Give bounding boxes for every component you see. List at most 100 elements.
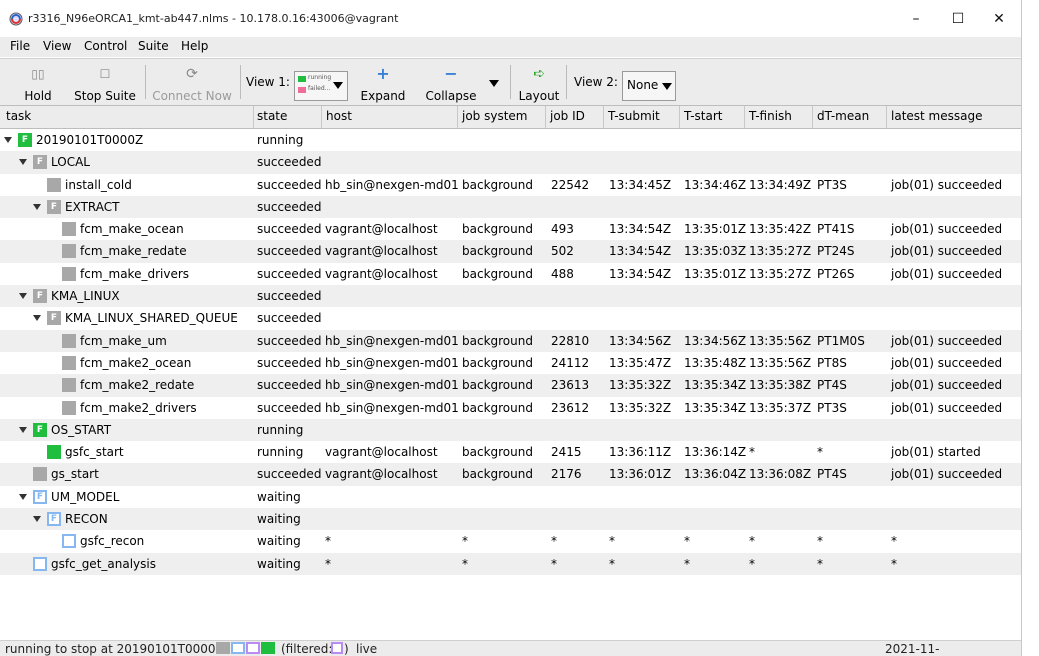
close-button[interactable]: ✕ xyxy=(985,8,1013,30)
running-filter-chip[interactable] xyxy=(261,642,275,654)
table-row[interactable]: F KMA_LINUX_SHARED_QUEUE succeeded xyxy=(0,307,1021,329)
state-icon xyxy=(62,244,76,259)
cell-message: job(01) succeeded xyxy=(891,222,1003,237)
table-row[interactable]: F UM_MODEL waiting xyxy=(0,486,1021,508)
col-job-system[interactable]: job system xyxy=(462,109,528,123)
col-job-id[interactable]: job ID xyxy=(550,109,585,123)
table-row[interactable]: F 20190101T0000Z running xyxy=(0,129,1021,151)
family-badge: F xyxy=(36,157,44,168)
layout-button[interactable]: ➪ Layout xyxy=(516,65,562,103)
col-task[interactable]: task xyxy=(6,109,31,123)
expand-toggle-icon[interactable] xyxy=(19,493,27,500)
menu-control[interactable]: Control xyxy=(84,39,127,53)
cell-dt-mean: PT41S xyxy=(817,222,855,237)
column-divider[interactable] xyxy=(603,106,604,128)
table-row[interactable]: gsfc_recon waiting * * * * * * * * xyxy=(0,530,1021,552)
cell-t-start: 13:36:14Z xyxy=(684,445,747,460)
expand-toggle-icon[interactable] xyxy=(19,426,27,433)
column-divider[interactable] xyxy=(679,106,680,128)
cell-job-system: background xyxy=(462,467,533,482)
col-t-start[interactable]: T-start xyxy=(684,109,723,123)
table-row[interactable]: gsfc_start running vagrant@localhost backgr… xyxy=(0,441,1021,463)
table-row[interactable]: fcm_make_drivers succeeded vagrant@localho… xyxy=(0,263,1021,285)
table-row[interactable]: gs_start succeeded vagrant@localhost backgr… xyxy=(0,463,1021,486)
app-window: r3316_N96eORCA1_kmt-ab447.nlms - 10.178.… xyxy=(0,0,1022,656)
expand-toggle-icon[interactable] xyxy=(33,315,41,322)
task-name: EXTRACT xyxy=(65,199,120,214)
task-name: KMA_LINUX_SHARED_QUEUE xyxy=(65,311,238,326)
family-badge: F xyxy=(36,491,44,502)
toolbar-separator xyxy=(510,65,511,99)
task-name: gs_start xyxy=(51,467,99,482)
expand-button[interactable]: + Expand xyxy=(358,65,408,104)
collapse-button[interactable]: − Collapse xyxy=(422,65,480,104)
cell-state: running xyxy=(257,133,304,147)
column-divider[interactable] xyxy=(321,106,322,128)
table-row[interactable]: gsfc_get_analysis waiting * * * * * * * * xyxy=(0,552,1021,575)
menu-help[interactable]: Help xyxy=(181,39,208,53)
table-row[interactable]: fcm_make_um succeeded hb_sin@nexgen-md01 ba… xyxy=(0,329,1021,352)
cell-host: hb_sin@nexgen-md01 xyxy=(325,333,459,348)
chevron-down-icon xyxy=(662,83,672,90)
column-divider[interactable] xyxy=(744,106,745,128)
succeeded-filter-chip[interactable] xyxy=(216,642,230,654)
col-t-finish[interactable]: T-finish xyxy=(749,109,792,123)
toolbar: ▯▯ Hold ☐ Stop Suite ⟳ Connect Now View … xyxy=(0,58,1021,106)
table-row[interactable]: F LOCAL succeeded xyxy=(0,151,1021,174)
table-row[interactable]: F RECON waiting xyxy=(0,508,1021,531)
col-dt-mean[interactable]: dT-mean xyxy=(817,109,869,123)
connect-now-button[interactable]: ⟳ Connect Now xyxy=(150,65,234,103)
toolbar-overflow-icon[interactable] xyxy=(489,80,499,87)
table-row[interactable]: F EXTRACT succeeded xyxy=(0,195,1021,219)
stop-suite-button[interactable]: ☐ Stop Suite xyxy=(72,65,138,103)
column-divider[interactable] xyxy=(545,106,546,128)
menu-suite[interactable]: Suite xyxy=(138,39,169,53)
cell-t-submit: 13:35:32Z xyxy=(609,378,672,393)
table-row[interactable]: install_cold succeeded hb_sin@nexgen-md01 b… xyxy=(0,174,1021,196)
filtered-state-chip[interactable] xyxy=(331,642,343,654)
toolbar-separator xyxy=(240,65,241,99)
held-filter-chip[interactable] xyxy=(246,642,260,654)
table-row[interactable]: fcm_make2_ocean succeeded hb_sin@nexgen-md… xyxy=(0,352,1021,374)
table-row[interactable]: F KMA_LINUX succeeded xyxy=(0,285,1021,308)
view1-selector[interactable]: running failed... xyxy=(294,71,348,101)
col-t-submit[interactable]: T-submit xyxy=(608,109,660,123)
expand-toggle-icon[interactable] xyxy=(33,516,41,523)
menu-file[interactable]: File xyxy=(10,39,30,53)
cell-t-start: 13:35:34Z xyxy=(684,400,747,415)
table-row[interactable]: fcm_make_ocean succeeded vagrant@localhost… xyxy=(0,218,1021,240)
pause-icon: ▯▯ xyxy=(31,67,45,81)
cell-state: succeeded xyxy=(257,155,322,170)
task-name: gsfc_start xyxy=(65,445,124,460)
column-divider[interactable] xyxy=(457,106,458,128)
maximize-button[interactable]: ☐ xyxy=(944,8,972,30)
cell-job-system: background xyxy=(462,222,533,237)
task-name: fcm_make_ocean xyxy=(80,222,184,237)
status-text: running to stop at 20190101T0000Z xyxy=(5,642,224,656)
hold-button[interactable]: ▯▯ Hold xyxy=(12,65,64,103)
minimize-button[interactable]: – xyxy=(902,8,930,30)
column-divider[interactable] xyxy=(253,106,254,128)
col-state[interactable]: state xyxy=(257,109,287,123)
expand-toggle-icon[interactable] xyxy=(33,203,41,210)
expand-toggle-icon[interactable] xyxy=(4,137,12,143)
cell-job-system: background xyxy=(462,333,533,348)
cell-job-id: 22542 xyxy=(551,177,590,192)
table-row[interactable]: fcm_make_redate succeeded vagrant@localhos… xyxy=(0,240,1021,263)
table-row[interactable]: fcm_make2_drivers succeeded hb_sin@nexgen-… xyxy=(0,397,1021,419)
stop-icon: ☐ xyxy=(99,67,111,81)
view2-selector[interactable]: None xyxy=(622,71,676,101)
waiting-filter-chip[interactable] xyxy=(231,642,245,654)
cell-dt-mean: PT24S xyxy=(817,244,855,259)
expand-toggle-icon[interactable] xyxy=(19,293,27,300)
col-host[interactable]: host xyxy=(326,109,352,123)
table-row[interactable]: fcm_make2_redate succeeded hb_sin@nexgen-m… xyxy=(0,374,1021,397)
table-row[interactable]: F OS_START running xyxy=(0,418,1021,442)
expand-toggle-icon[interactable] xyxy=(19,159,27,166)
column-divider[interactable] xyxy=(812,106,813,128)
menu-view[interactable]: View xyxy=(43,39,71,53)
col-latest-message[interactable]: latest message xyxy=(891,109,982,123)
column-divider[interactable] xyxy=(886,106,887,128)
expand-label: Expand xyxy=(360,89,406,103)
cell-dt-mean: PT3S xyxy=(817,400,847,415)
